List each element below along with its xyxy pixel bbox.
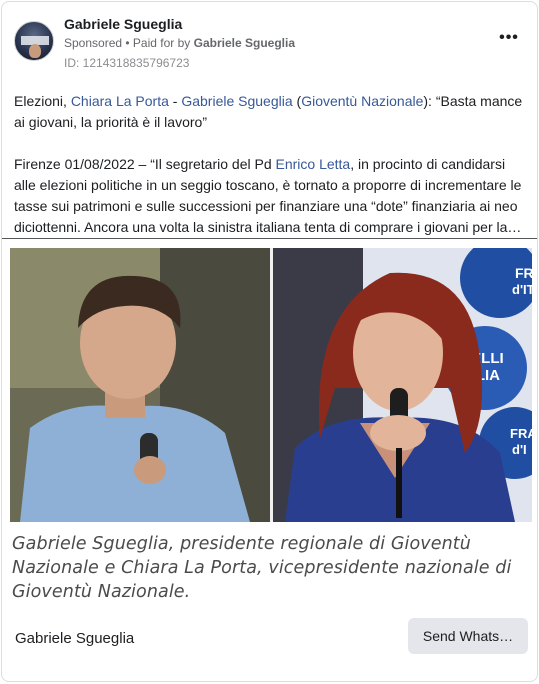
post-photo-illustration: FRA d'IT TELLI ALIA FRA d'I [10,248,532,522]
avatar-face [29,44,41,58]
text-run: Firenze 01/08/2022 – “Il segretario del … [14,156,276,172]
banner-text-2: d'IT [512,282,532,297]
woman-hands [370,415,426,451]
post-paragraph-headline: Elezioni, Chiara La Porta - Gabriele Sgu… [14,91,529,133]
text-run: - [168,93,182,109]
ad-id: ID: 1214318835796723 [64,56,190,70]
photo-separator [270,248,273,522]
send-whatsapp-button[interactable]: Send Whats… [408,618,528,654]
text-run: ( [292,93,302,109]
paid-for-prefix: • Paid for by [122,36,194,50]
text-run: Elezioni, [14,93,71,109]
tag-enrico-letta[interactable]: Enrico Letta [276,156,351,172]
banner-text-5: FRA [510,426,532,441]
page-avatar[interactable] [14,21,54,61]
image-caption: Gabriele Sgueglia, presidente regionale … [12,534,512,602]
divider [2,238,537,239]
paid-for-name: Gabriele Sgueglia [193,36,295,50]
footer-page-name[interactable]: Gabriele Sgueglia [15,630,134,647]
banner-text-6: d'I [512,442,527,457]
tag-gabriele-sgueglia[interactable]: Gabriele Sgueglia [181,93,292,109]
sponsored-line: Sponsored • Paid for by Gabriele Sguegli… [64,36,295,50]
post-body: Elezioni, Chiara La Porta - Gabriele Sgu… [14,91,529,238]
banner-text-1: FRA [515,265,532,281]
post-header: Gabriele Sgueglia Sponsored • Paid for b… [2,2,537,82]
more-options-icon[interactable]: ••• [497,30,521,50]
post-paragraph-body: Firenze 01/08/2022 – “Il segretario del … [14,154,529,238]
sponsored-post-card: Gabriele Sgueglia Sponsored • Paid for b… [1,1,538,682]
tag-gioventu-nazionale[interactable]: Gioventù Nazionale [301,93,423,109]
sponsored-label: Sponsored [64,36,123,50]
page-name[interactable]: Gabriele Sgueglia [64,16,182,32]
post-image[interactable]: FRA d'IT TELLI ALIA FRA d'I [10,248,532,522]
man-hand [134,456,166,484]
mic-cable [396,448,402,518]
tag-chiara-la-porta[interactable]: Chiara La Porta [71,93,169,109]
